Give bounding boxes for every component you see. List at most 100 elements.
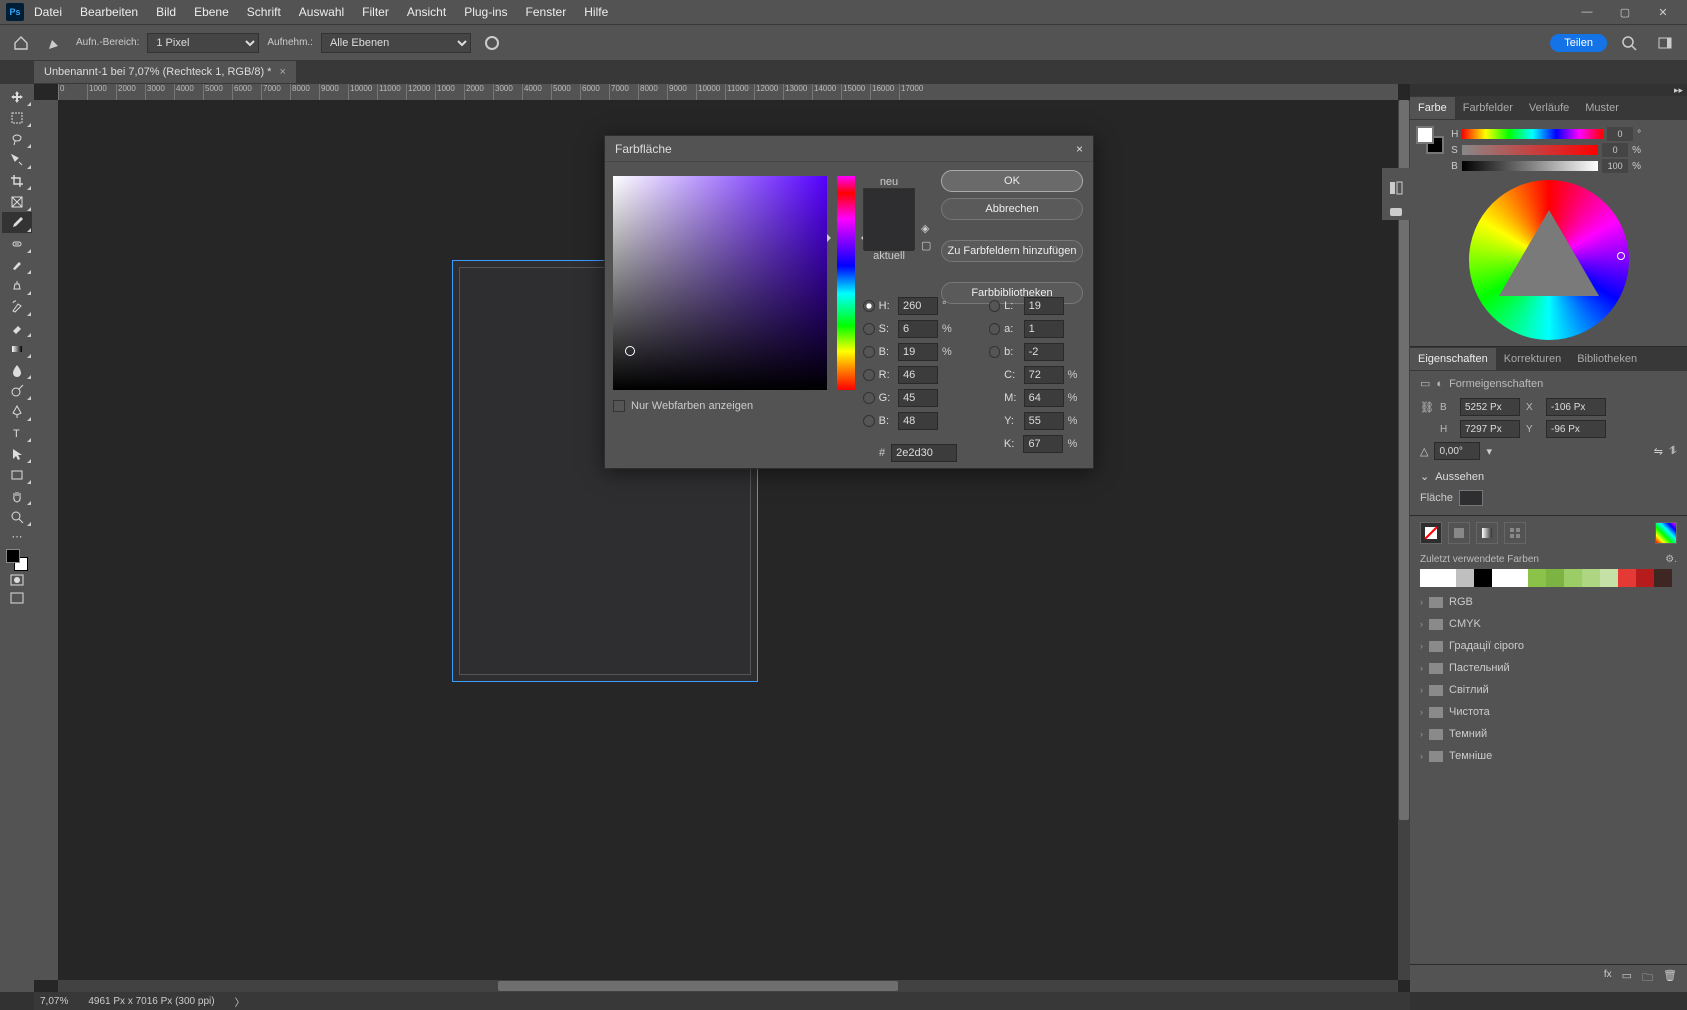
b2-input[interactable]: [1024, 343, 1064, 361]
window-close[interactable]: ✕: [1645, 0, 1681, 24]
ok-button[interactable]: OK: [941, 170, 1083, 192]
flip-v-icon[interactable]: ⥮: [1669, 445, 1677, 458]
history-brush-tool[interactable]: [2, 296, 32, 317]
h-input[interactable]: [898, 297, 938, 315]
quickmask-icon[interactable]: [2, 571, 32, 589]
frame-tool[interactable]: [2, 191, 32, 212]
swatch[interactable]: [1492, 569, 1510, 587]
bri-slider[interactable]: [1462, 161, 1598, 171]
rotation-dropdown[interactable]: ▾: [1486, 445, 1492, 458]
move-tool[interactable]: [2, 86, 32, 107]
crop-tool[interactable]: [2, 170, 32, 191]
tab-bibliotheken[interactable]: Bibliotheken: [1569, 348, 1645, 370]
window-minimize[interactable]: —: [1569, 0, 1605, 24]
path-select-tool[interactable]: [2, 443, 32, 464]
menu-plugins[interactable]: Plug-ins: [456, 1, 515, 23]
fg-bg-colors[interactable]: [6, 549, 28, 571]
collapse-panels-icon[interactable]: ▸▸: [1674, 85, 1687, 96]
tab-farbe[interactable]: Farbe: [1410, 97, 1455, 119]
new-folder-icon[interactable]: 🗀: [1642, 969, 1653, 988]
swatch[interactable]: [1420, 569, 1438, 587]
l-input[interactable]: [1024, 297, 1064, 315]
bc-input[interactable]: [898, 412, 938, 430]
radio-b[interactable]: [863, 346, 875, 358]
swatch[interactable]: [1510, 569, 1528, 587]
solid-icon[interactable]: [1448, 522, 1470, 544]
swatch[interactable]: [1528, 569, 1546, 587]
swatch-folder[interactable]: ›Темніше: [1420, 745, 1677, 767]
radio-b2[interactable]: [989, 346, 1001, 358]
swatch[interactable]: [1654, 569, 1672, 587]
screenmode-icon[interactable]: [2, 589, 32, 607]
cube-icon[interactable]: ◈: [921, 222, 931, 235]
document-tab[interactable]: Unbenannt-1 bei 7,07% (Rechteck 1, RGB/8…: [34, 61, 296, 83]
menu-layer[interactable]: Ebene: [186, 1, 237, 23]
s-input[interactable]: [898, 320, 938, 338]
radio-a[interactable]: [989, 323, 1001, 335]
a-input[interactable]: [1024, 320, 1064, 338]
swatch[interactable]: [1456, 569, 1474, 587]
swatch[interactable]: [1564, 569, 1582, 587]
radio-r[interactable]: [863, 369, 875, 381]
eraser-tool[interactable]: [2, 317, 32, 338]
link-wh-icon[interactable]: ⛓: [1420, 401, 1434, 414]
y-input[interactable]: [1024, 412, 1064, 430]
rotation-input[interactable]: 0,00°: [1434, 442, 1480, 460]
bri-value[interactable]: 100: [1602, 159, 1628, 173]
k-input[interactable]: [1023, 435, 1063, 453]
sat-slider[interactable]: [1462, 145, 1598, 155]
tab-farbfelder[interactable]: Farbfelder: [1455, 97, 1521, 119]
tab-verlaufe[interactable]: Verläufe: [1521, 97, 1577, 119]
add-swatch-button[interactable]: Zu Farbfeldern hinzufügen: [941, 240, 1083, 262]
zoom-level[interactable]: 7,07%: [40, 996, 68, 1007]
g-input[interactable]: [898, 389, 938, 407]
swatch-folder[interactable]: ›RGB: [1420, 591, 1677, 613]
blur-tool[interactable]: [2, 359, 32, 380]
pen-tool[interactable]: [2, 401, 32, 422]
eyedropper-tool[interactable]: [2, 212, 32, 233]
sv-field[interactable]: [613, 176, 827, 390]
x-input[interactable]: -106 Px: [1546, 398, 1606, 416]
hex-input[interactable]: [891, 444, 957, 462]
radio-bc[interactable]: [863, 415, 875, 427]
share-button[interactable]: Teilen: [1550, 34, 1607, 52]
close-tab-icon[interactable]: ×: [279, 66, 285, 78]
sat-value[interactable]: 0: [1602, 143, 1628, 157]
hue-value[interactable]: 0: [1607, 127, 1633, 141]
gear-icon[interactable]: ⚙.: [1665, 554, 1677, 565]
hue-slider[interactable]: [1462, 129, 1603, 139]
no-fill-icon[interactable]: [1420, 522, 1442, 544]
width-input[interactable]: 5252 Px: [1460, 398, 1520, 416]
radio-h[interactable]: [863, 300, 875, 312]
sample-layers-select[interactable]: Alle Ebenen: [321, 33, 471, 53]
cancel-button[interactable]: Abbrechen: [941, 198, 1083, 220]
gradient-tool[interactable]: [2, 338, 32, 359]
swatch[interactable]: [1636, 569, 1654, 587]
websafe-icon[interactable]: ▢: [921, 239, 931, 252]
tab-korrekturen[interactable]: Korrekturen: [1496, 348, 1569, 370]
swatch-folder[interactable]: ›Чистота: [1420, 701, 1677, 723]
menu-view[interactable]: Ansicht: [399, 1, 454, 23]
dock-icon-1[interactable]: [1388, 180, 1404, 196]
gradient-icon[interactable]: [1476, 522, 1498, 544]
home-icon[interactable]: [8, 30, 34, 56]
tab-eigenschaften[interactable]: Eigenschaften: [1410, 348, 1496, 370]
workspace-icon[interactable]: [1651, 29, 1679, 57]
search-icon[interactable]: [1615, 29, 1643, 57]
menu-help[interactable]: Hilfe: [576, 1, 616, 23]
bv-input[interactable]: [898, 343, 938, 361]
color-wheel[interactable]: [1469, 180, 1629, 340]
menu-select[interactable]: Auswahl: [291, 1, 352, 23]
tab-muster[interactable]: Muster: [1577, 97, 1627, 119]
doc-dimensions[interactable]: 4961 Px x 7016 Px (300 ppi): [88, 996, 214, 1007]
menu-edit[interactable]: Bearbeiten: [72, 1, 146, 23]
swatch[interactable]: [1438, 569, 1456, 587]
menu-filter[interactable]: Filter: [354, 1, 397, 23]
new-old-color[interactable]: [863, 188, 915, 250]
clone-stamp-tool[interactable]: [2, 275, 32, 296]
marquee-tool[interactable]: [2, 107, 32, 128]
swatch[interactable]: [1546, 569, 1564, 587]
current-tool-icon[interactable]: [42, 30, 68, 56]
rectangle-tool[interactable]: [2, 464, 32, 485]
swatch-folder[interactable]: ›Темний: [1420, 723, 1677, 745]
